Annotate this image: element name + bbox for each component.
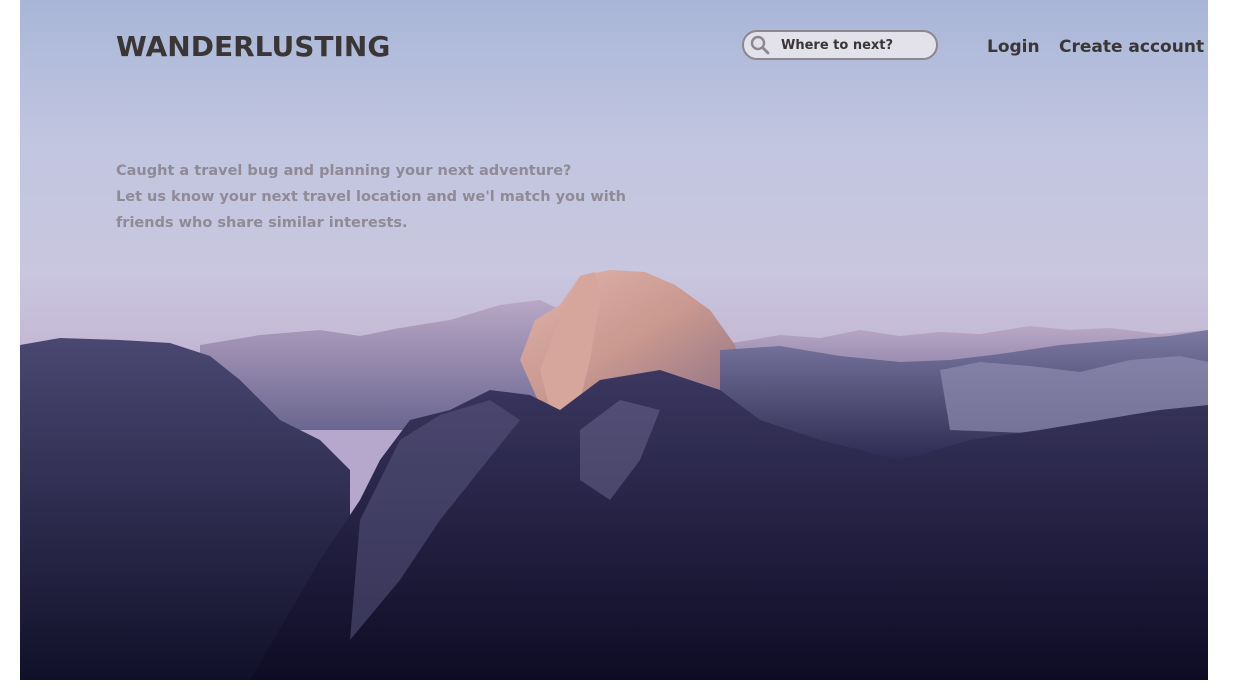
tagline-line: Let us know your next travel location an…: [116, 189, 626, 205]
search-input[interactable]: [781, 37, 931, 53]
create-account-link[interactable]: Create account: [1059, 36, 1204, 58]
login-link[interactable]: Login: [987, 36, 1040, 58]
brand-logo[interactable]: WANDERLUSTING: [116, 29, 390, 65]
landing-page: WANDERLUSTING Login Create account Caugh…: [0, 0, 1236, 700]
search-bar[interactable]: [742, 30, 938, 60]
mountain-landscape-image: [20, 270, 1208, 680]
search-icon[interactable]: [749, 34, 771, 56]
tagline-line: friends who share similar interests.: [116, 215, 408, 231]
hero-background: [20, 0, 1208, 680]
tagline-line: Caught a travel bug and planning your ne…: [116, 163, 572, 179]
hero-tagline: Caught a travel bug and planning your ne…: [116, 158, 626, 236]
